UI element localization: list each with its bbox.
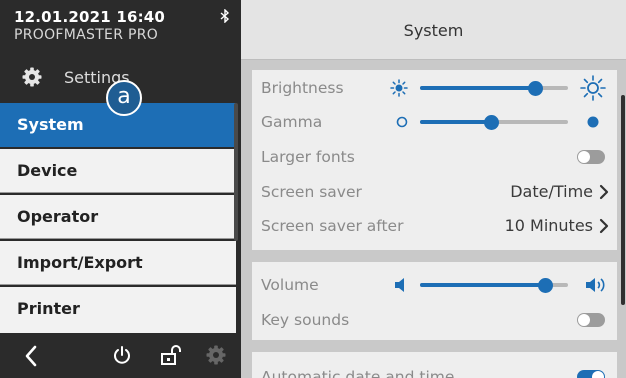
- status-datetime: 12.01.2021 16:40: [14, 8, 166, 26]
- brightness-label: Brightness: [261, 79, 344, 97]
- larger-fonts-label: Larger fonts: [261, 148, 355, 166]
- bottom-toolbar: [0, 333, 241, 378]
- menu-item-printer[interactable]: Printer: [0, 287, 236, 333]
- power-icon[interactable]: [112, 345, 132, 365]
- screen-saver-after-label: Screen saver after: [261, 217, 404, 235]
- gamma-high-icon: [587, 116, 599, 128]
- brightness-fill: [420, 86, 536, 90]
- volume-row: Volume: [252, 268, 617, 302]
- menu-item-import-export[interactable]: Import/Export: [0, 241, 236, 285]
- gamma-slider[interactable]: [420, 105, 568, 139]
- main-panel: System Brightness Gamma Larger fonts Scr…: [241, 0, 626, 378]
- app-window: 12.01.2021 16:40 PROOFMASTER PRO Setting…: [0, 0, 626, 378]
- brightness-slider[interactable]: [420, 71, 568, 105]
- unlock-icon[interactable]: [161, 344, 181, 366]
- screen-saver-after-row[interactable]: Screen saver after 10 Minutes: [252, 209, 617, 243]
- larger-fonts-row: Larger fonts: [252, 140, 617, 174]
- datetime-settings-card: Automatic date and time: [252, 352, 617, 378]
- volume-low-icon: [395, 278, 404, 292]
- larger-fonts-toggle[interactable]: [577, 150, 605, 164]
- screen-saver-label: Screen saver: [261, 183, 362, 201]
- gamma-low-icon: [396, 116, 408, 128]
- volume-knob[interactable]: [538, 277, 554, 293]
- volume-fill: [420, 283, 546, 287]
- back-icon[interactable]: [24, 345, 38, 367]
- menu-item-device[interactable]: Device: [0, 149, 236, 193]
- gear-icon[interactable]: [206, 345, 226, 365]
- key-sounds-label: Key sounds: [261, 311, 350, 329]
- screen-saver-value: Date/Time: [510, 182, 593, 201]
- volume-high-icon: [586, 278, 605, 292]
- screen-saver-row[interactable]: Screen saver Date/Time: [252, 175, 617, 209]
- sound-settings-card: Volume Key sounds: [252, 262, 617, 340]
- brightness-row: Brightness: [252, 71, 617, 105]
- gear-icon: [22, 67, 42, 87]
- brightness-knob[interactable]: [527, 80, 543, 96]
- sidebar: 12.01.2021 16:40 PROOFMASTER PRO Setting…: [0, 0, 241, 378]
- gamma-fill: [420, 120, 492, 124]
- automatic-datetime-toggle[interactable]: [577, 370, 605, 378]
- page-title: System: [241, 0, 626, 60]
- chevron-right-icon: [599, 184, 609, 200]
- screen-saver-after-value: 10 Minutes: [504, 216, 593, 235]
- menu-item-operator[interactable]: Operator: [0, 195, 236, 239]
- display-settings-card: Brightness Gamma Larger fonts Screen sav…: [252, 70, 617, 250]
- settings-menu: System Device Operator Import/Export Pri…: [0, 103, 241, 333]
- volume-label: Volume: [261, 276, 319, 294]
- key-sounds-toggle[interactable]: [577, 313, 605, 327]
- key-sounds-row: Key sounds: [252, 303, 617, 337]
- automatic-datetime-label: Automatic date and time: [261, 368, 455, 378]
- menu-scrollbar[interactable]: [234, 103, 238, 241]
- gamma-knob[interactable]: [483, 114, 499, 130]
- gamma-label: Gamma: [261, 113, 323, 131]
- volume-slider[interactable]: [420, 268, 568, 302]
- brightness-low-icon: [390, 79, 408, 97]
- status-bar: 12.01.2021 16:40 PROOFMASTER PRO: [14, 8, 165, 43]
- gamma-row: Gamma: [252, 105, 617, 139]
- main-scrollbar[interactable]: [621, 95, 625, 305]
- device-name: PROOFMASTER PRO: [14, 27, 159, 43]
- brightness-high-icon: [580, 75, 606, 101]
- chevron-right-icon: [599, 218, 609, 234]
- callout-marker: a: [106, 80, 142, 116]
- bluetooth-icon: [220, 9, 230, 23]
- automatic-datetime-row: Automatic date and time: [252, 360, 617, 378]
